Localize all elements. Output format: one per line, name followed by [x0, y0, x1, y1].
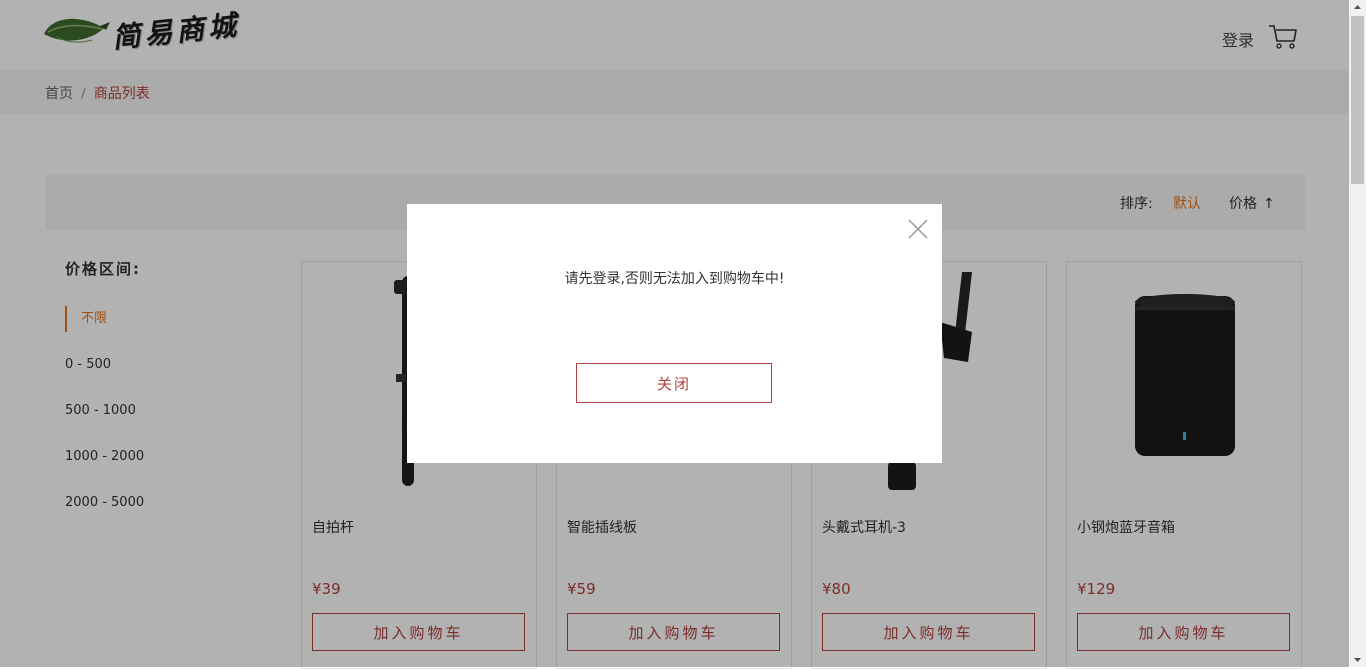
dialog-close-button[interactable]: 关闭 — [576, 363, 772, 403]
close-icon[interactable] — [907, 218, 929, 240]
vertical-scrollbar[interactable] — [1349, 0, 1366, 667]
dialog-message: 请先登录,否则无法加入到购物车中! — [564, 271, 785, 287]
scrollbar-thumb[interactable] — [1351, 16, 1364, 184]
scroll-down-arrow-icon[interactable] — [1349, 653, 1366, 667]
page: 简易商城 登录 首页 / 商品列表 排序: 默认 价格 ↑ 价格区间: 不限 0 - … — [0, 0, 1349, 669]
login-required-dialog: 请先登录,否则无法加入到购物车中! 关闭 — [407, 204, 942, 463]
scroll-up-arrow-icon[interactable] — [1349, 0, 1366, 14]
